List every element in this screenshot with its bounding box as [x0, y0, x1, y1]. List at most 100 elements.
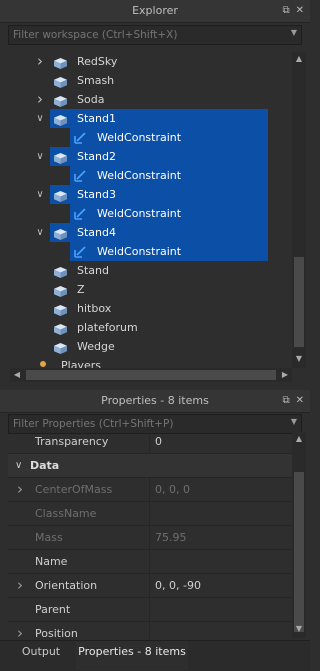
tree-item-label: Stand1	[77, 112, 116, 125]
tree-item-label: WeldConstraint	[97, 131, 182, 144]
tree-item[interactable]: ∨ Stand2	[36, 147, 268, 166]
scroll-up-icon[interactable]: ▲	[292, 54, 306, 63]
filter-dropdown-icon[interactable]: ▼	[291, 417, 297, 426]
scroll-down-icon[interactable]: ▼	[292, 624, 306, 633]
explorer-vertical-scrollbar[interactable]: ▲ ▼	[292, 52, 306, 368]
explorer-header: Explorer ⧉ ✕	[0, 0, 310, 23]
chevron-down-icon[interactable]: ∨	[34, 147, 46, 166]
tab-properties[interactable]: Properties - 8 items	[76, 641, 188, 670]
properties-header-controls: ⧉ ✕	[276, 390, 304, 412]
tree-item[interactable]: WeldConstraint	[70, 204, 268, 223]
tree-item[interactable]: WeldConstraint	[70, 166, 268, 185]
explorer-header-controls: ⧉ ✕	[276, 0, 304, 22]
tree-item[interactable]: WeldConstraint	[70, 242, 268, 261]
scroll-right-icon[interactable]: ▶	[278, 370, 292, 379]
explorer-hscroll-thumb[interactable]	[26, 370, 276, 380]
property-value[interactable]: 0	[155, 432, 162, 453]
tree-item-label: RedSky	[77, 55, 118, 68]
chevron-down-icon[interactable]: ∨	[15, 454, 22, 477]
tree-item[interactable]: › Soda	[10, 90, 292, 109]
chevron-down-icon[interactable]: ∨	[34, 109, 46, 128]
property-row[interactable]: › Orientation 0, 0, -90	[8, 574, 292, 598]
property-row[interactable]: Name	[8, 550, 292, 574]
chevron-down-icon[interactable]: ∨	[34, 223, 46, 242]
tree-item-label: Wedge	[77, 340, 115, 353]
part-icon	[54, 265, 67, 278]
column-divider[interactable]	[149, 526, 150, 549]
property-row[interactable]: Transparency 0	[8, 432, 292, 454]
column-divider[interactable]	[149, 502, 150, 525]
close-icon[interactable]: ✕	[296, 5, 304, 16]
tree-item[interactable]: Stand	[10, 261, 292, 280]
part-icon	[54, 303, 67, 316]
tree-item-label: Stand4	[77, 226, 116, 239]
tree-item[interactable]: Smash	[10, 71, 292, 90]
tree-item[interactable]: Wedge	[10, 337, 292, 356]
scroll-up-icon[interactable]: ▲	[292, 434, 306, 443]
tree-item-label: Z	[77, 283, 85, 296]
part-icon	[54, 56, 67, 69]
tree-item-label: WeldConstraint	[97, 169, 182, 182]
filter-dropdown-icon[interactable]: ▼	[291, 28, 297, 37]
property-value[interactable]: 75.95	[155, 526, 187, 549]
tree-item[interactable]: › RedSky	[10, 52, 292, 71]
scroll-left-icon[interactable]: ◀	[10, 370, 24, 379]
properties-grid: Transparency 0 ∨ Data › CenterOfMass 0, 0, 0 Cl…	[8, 432, 292, 639]
column-divider[interactable]	[149, 432, 150, 453]
tree-item-label: Stand3	[77, 188, 116, 201]
tree-item[interactable]: Z	[10, 280, 292, 299]
part-icon	[54, 75, 67, 88]
property-row[interactable]: ClassName	[8, 502, 292, 526]
chevron-right-icon[interactable]: ›	[17, 478, 23, 501]
part-icon	[54, 284, 67, 297]
property-name: Name	[35, 555, 68, 568]
tree-item[interactable]: ∨ Stand4	[36, 223, 268, 242]
tree-item[interactable]: WeldConstraint	[70, 128, 268, 147]
tree-item[interactable]: ∨ Stand1	[36, 109, 268, 128]
properties-title: Properties - 8 items	[101, 394, 209, 407]
part-icon	[54, 341, 67, 354]
property-row[interactable]: Parent	[8, 598, 292, 622]
properties-vertical-scrollbar[interactable]: ▲ ▼	[292, 432, 306, 638]
column-divider[interactable]	[149, 478, 150, 501]
tree-item-label: Smash	[77, 74, 115, 87]
properties-filter-input[interactable]	[9, 415, 283, 433]
chevron-down-icon[interactable]: ∨	[34, 185, 46, 204]
undock-icon[interactable]: ⧉	[282, 5, 289, 16]
explorer-scroll-thumb[interactable]	[294, 257, 304, 347]
undock-icon[interactable]: ⧉	[282, 395, 289, 406]
section-header-data[interactable]: ∨ Data	[8, 454, 292, 478]
property-row[interactable]: › Position	[8, 622, 292, 639]
scroll-down-icon[interactable]: ▼	[292, 354, 306, 363]
tree-item[interactable]: ∨ Stand3	[36, 185, 268, 204]
column-divider[interactable]	[149, 550, 150, 573]
property-value[interactable]: 0, 0, 0	[155, 478, 190, 501]
properties-scroll-thumb[interactable]	[294, 472, 304, 632]
tree-item[interactable]: plateforum	[10, 318, 292, 337]
property-value[interactable]: 0, 0, -90	[155, 574, 201, 597]
tree-item[interactable]: hitbox	[10, 299, 292, 318]
explorer-filter-input[interactable]	[9, 26, 283, 44]
property-name: Mass	[35, 531, 63, 544]
column-divider[interactable]	[149, 574, 150, 597]
part-icon	[54, 227, 67, 240]
explorer-tree: › RedSky Smash › Soda ∨ Stand1 WeldConstraint ∨ S…	[10, 52, 292, 370]
explorer-horizontal-scrollbar[interactable]: ◀ ▶	[10, 368, 292, 382]
column-divider[interactable]	[149, 622, 150, 639]
property-row[interactable]: › CenterOfMass 0, 0, 0	[8, 478, 292, 502]
chevron-right-icon[interactable]: ›	[17, 622, 23, 639]
property-row[interactable]: Mass 75.95	[8, 526, 292, 550]
chevron-right-icon[interactable]: ›	[34, 90, 46, 109]
tree-item-label: Soda	[77, 93, 105, 106]
properties-header: Properties - 8 items ⧉ ✕	[0, 390, 310, 413]
weld-constraint-icon	[74, 207, 87, 220]
chevron-right-icon[interactable]: ›	[34, 52, 46, 71]
tab-output[interactable]: Output	[10, 641, 72, 670]
tree-item-label: WeldConstraint	[97, 245, 182, 258]
close-icon[interactable]: ✕	[296, 395, 304, 406]
property-name: ClassName	[35, 507, 97, 520]
column-divider[interactable]	[149, 598, 150, 621]
part-icon	[54, 151, 67, 164]
chevron-right-icon[interactable]: ›	[17, 574, 23, 597]
explorer-filter: ▼	[8, 25, 302, 45]
